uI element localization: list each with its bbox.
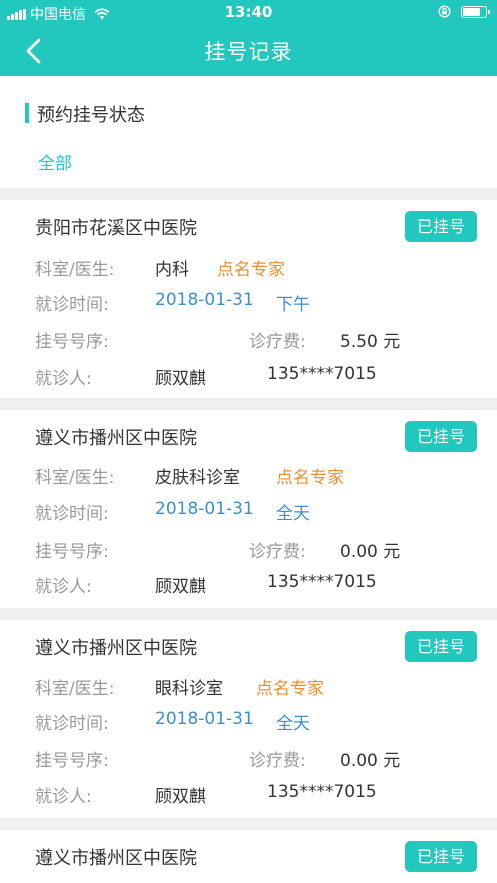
status-badge: 已挂号 bbox=[405, 211, 477, 242]
status-badge: 已挂号 bbox=[405, 631, 477, 662]
dept-value: 皮肤科诊室 bbox=[155, 468, 240, 488]
time-label: 就诊时间: bbox=[35, 714, 109, 734]
time-label: 就诊时间: bbox=[35, 295, 109, 315]
hospital-name: 贵阳市花溪区中医院 bbox=[35, 218, 197, 239]
doctor-value: 点名专家 bbox=[276, 468, 344, 488]
patient-label: 就诊人: bbox=[35, 787, 92, 807]
dept-label: 科室/医生: bbox=[35, 468, 115, 488]
fee-label: 诊疗费: bbox=[249, 332, 306, 352]
patient-phone: 135****7015 bbox=[267, 782, 377, 802]
visit-period: 全天 bbox=[276, 714, 310, 734]
doctor-value: 点名专家 bbox=[217, 260, 285, 280]
orientation-lock-icon bbox=[438, 5, 451, 18]
patient-name: 顾双麒 bbox=[155, 577, 206, 597]
patient-label: 就诊人: bbox=[35, 369, 92, 389]
status-badge: 已挂号 bbox=[405, 421, 477, 452]
hospital-name: 遵义市播州区中医院 bbox=[35, 848, 197, 869]
record-card[interactable]: 遵义市播州区中医院 已挂号 科室/医生: 皮肤科诊室 点名专家 就诊时间: 20… bbox=[0, 410, 497, 608]
fee-value: 5.50 元 bbox=[340, 332, 401, 352]
seq-label: 挂号号序: bbox=[35, 332, 109, 352]
page-title: 挂号记录 bbox=[204, 40, 293, 64]
visit-period: 下午 bbox=[276, 295, 310, 315]
fee-value: 0.00 元 bbox=[340, 751, 401, 771]
visit-period: 全天 bbox=[276, 504, 310, 524]
status-badge: 已挂号 bbox=[405, 841, 477, 872]
status-filter-section: 预约挂号状态 全部 bbox=[0, 76, 497, 188]
header: 中国电信 13:40 挂号记录 bbox=[0, 0, 497, 76]
seq-label: 挂号号序: bbox=[35, 542, 109, 562]
dept-value: 内科 bbox=[155, 260, 189, 280]
patient-name: 顾双麒 bbox=[155, 369, 206, 389]
fee-value: 0.00 元 bbox=[340, 542, 401, 562]
visit-date: 2018-01-31 bbox=[155, 709, 254, 729]
patient-phone: 135****7015 bbox=[267, 572, 377, 592]
seq-label: 挂号号序: bbox=[35, 751, 109, 771]
section-accent-bar bbox=[25, 103, 29, 123]
time-label: 就诊时间: bbox=[35, 504, 109, 524]
hospital-name: 遵义市播州区中医院 bbox=[35, 638, 197, 659]
hospital-name: 遵义市播州区中医院 bbox=[35, 428, 197, 449]
section-title: 预约挂号状态 bbox=[37, 105, 145, 126]
patient-name: 顾双麒 bbox=[155, 787, 206, 807]
visit-date: 2018-01-31 bbox=[155, 290, 254, 310]
doctor-value: 点名专家 bbox=[256, 679, 324, 699]
patient-phone: 135****7015 bbox=[267, 364, 377, 384]
fee-label: 诊疗费: bbox=[249, 751, 306, 771]
battery-icon bbox=[461, 5, 490, 18]
dept-label: 科室/医生: bbox=[35, 260, 115, 280]
visit-date: 2018-01-31 bbox=[155, 499, 254, 519]
filter-option-all[interactable]: 全部 bbox=[38, 149, 72, 174]
record-card[interactable]: 遵义市播州区中医院 已挂号 科室/医生: 眼科诊室 点名专家 就诊时间: 201… bbox=[0, 620, 497, 818]
patient-label: 就诊人: bbox=[35, 577, 92, 597]
clock: 13:40 bbox=[224, 3, 273, 21]
status-bar: 中国电信 13:40 bbox=[0, 0, 497, 26]
record-card[interactable]: 遵义市播州区中医院 已挂号 bbox=[0, 830, 497, 883]
fee-label: 诊疗费: bbox=[249, 542, 306, 562]
dept-value: 眼科诊室 bbox=[155, 679, 223, 699]
dept-label: 科室/医生: bbox=[35, 679, 115, 699]
record-card[interactable]: 贵阳市花溪区中医院 已挂号 科室/医生: 内科 点名专家 就诊时间: 2018-… bbox=[0, 200, 497, 398]
